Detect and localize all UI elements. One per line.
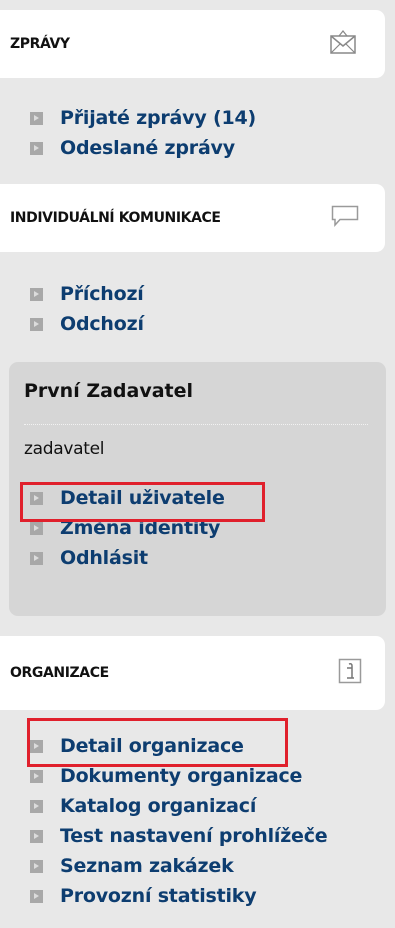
- communication-header: INDIVIDUÁLNÍ KOMUNIKACE: [0, 184, 385, 252]
- operational-statistics-link[interactable]: Provozní statistiky: [30, 881, 328, 911]
- info-icon[interactable]: [338, 658, 362, 688]
- link-label: Dokumenty organizace: [60, 765, 303, 787]
- organization-title: ORGANIZACE: [10, 665, 109, 681]
- organization-catalog-link[interactable]: Katalog organizací: [30, 791, 328, 821]
- divider: [24, 424, 368, 425]
- incoming-link[interactable]: Příchozí: [30, 279, 144, 309]
- arrow-bullet-icon: [30, 859, 43, 873]
- browser-test-link[interactable]: Test nastavení prohlížeče: [30, 821, 328, 851]
- envelope-icon[interactable]: [330, 30, 356, 58]
- arrow-bullet-icon: [30, 829, 43, 843]
- sent-messages-link[interactable]: Odeslané zprávy: [30, 133, 256, 163]
- logout-link[interactable]: Odhlásit: [30, 543, 225, 573]
- arrow-bullet-icon: [30, 141, 43, 155]
- arrow-bullet-icon: [30, 889, 43, 903]
- messages-links: Přijaté zprávy (14) Odeslané zprávy: [30, 103, 256, 163]
- link-label: Odhlásit: [60, 547, 148, 569]
- user-detail-highlight: [20, 482, 265, 522]
- arrow-bullet-icon: [30, 521, 43, 535]
- link-label: Odchozí: [60, 313, 144, 335]
- communication-title: INDIVIDUÁLNÍ KOMUNIKACE: [10, 210, 221, 226]
- link-label: Katalog organizací: [60, 795, 257, 817]
- link-label: Odeslané zprávy: [60, 137, 235, 159]
- link-label: Provozní statistiky: [60, 885, 257, 907]
- communication-links: Příchozí Odchozí: [30, 279, 144, 339]
- link-label: Přijaté zprávy (14): [60, 107, 256, 129]
- messages-header: ZPRÁVY: [0, 10, 385, 78]
- speech-bubble-icon[interactable]: [331, 205, 359, 231]
- link-label: Seznam zakázek: [60, 855, 234, 877]
- arrow-bullet-icon: [30, 287, 43, 301]
- received-messages-link[interactable]: Přijaté zprávy (14): [30, 103, 256, 133]
- arrow-bullet-icon: [30, 551, 43, 565]
- organization-detail-highlight: [27, 718, 288, 767]
- arrow-bullet-icon: [30, 111, 43, 125]
- organization-header: ORGANIZACE: [0, 636, 385, 710]
- link-label: Příchozí: [60, 283, 144, 305]
- contracts-list-link[interactable]: Seznam zakázek: [30, 851, 328, 881]
- arrow-bullet-icon: [30, 799, 43, 813]
- messages-title: ZPRÁVY: [10, 36, 70, 52]
- user-role: zadavatel: [24, 439, 105, 459]
- user-name: První Zadavatel: [24, 380, 194, 402]
- arrow-bullet-icon: [30, 317, 43, 331]
- outgoing-link[interactable]: Odchozí: [30, 309, 144, 339]
- link-label: Test nastavení prohlížeče: [60, 825, 328, 847]
- arrow-bullet-icon: [30, 769, 43, 783]
